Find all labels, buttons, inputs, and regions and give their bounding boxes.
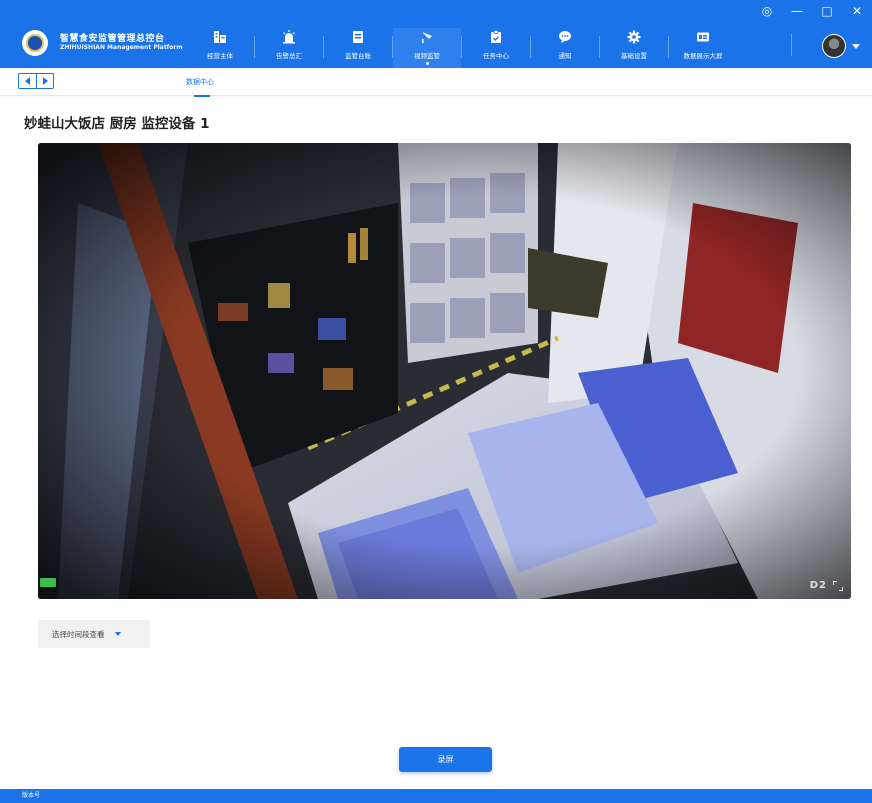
ledger-icon (351, 30, 365, 44)
screen-icon (696, 30, 710, 44)
window-controls: ◎ — □ ✕ (760, 4, 864, 18)
chevron-down-icon[interactable] (852, 43, 860, 49)
avatar[interactable] (822, 34, 846, 58)
page-title: 妙蛙山大饭店 厨房 监控设备 1 (24, 116, 210, 132)
nav-item-alarm-summary[interactable]: 告警总汇 (255, 28, 323, 68)
record-screen-button[interactable]: 录屏 (399, 747, 492, 772)
user-menu[interactable] (822, 34, 860, 58)
brand-logo-icon (22, 30, 48, 56)
sub-nav-bar: 数据中心 (0, 68, 872, 97)
arrow-right-icon (42, 77, 48, 85)
brand: 智慧食安监管管理总控台 ZHIHUISHIAN Management Platf… (22, 30, 183, 56)
video-camera-icon (420, 30, 434, 44)
nav-item-data-screen[interactable]: 数据展示大屏 (669, 28, 737, 68)
time-range-select[interactable]: 选择时间段查看 (38, 620, 150, 648)
forward-button[interactable] (36, 74, 53, 88)
close-icon[interactable]: ✕ (850, 4, 864, 18)
nav-label: 经营主体 (207, 52, 233, 60)
camera-feed-image (38, 143, 851, 599)
user-divider (791, 34, 792, 56)
clipboard-icon (489, 30, 503, 44)
top-header: ◎ — □ ✕ 智慧食安监管管理总控台 ZHIHUISHIAN Manageme… (0, 0, 872, 68)
footer-version: 版本号 (0, 789, 872, 803)
gear-icon (627, 30, 641, 44)
live-indicator (40, 578, 56, 587)
nav-label: 监管台账 (345, 52, 371, 60)
video-overlay-text: D2 (809, 580, 827, 591)
nav-item-basic-settings[interactable]: 基础设置 (600, 28, 668, 68)
building-icon (213, 30, 227, 44)
alarm-icon (282, 30, 296, 44)
back-button[interactable] (19, 74, 36, 88)
nav-label: 基础设置 (621, 52, 647, 60)
nav-label: 告警总汇 (276, 52, 302, 60)
nav-label: 数据展示大屏 (683, 52, 723, 60)
video-controls: D2 (810, 580, 843, 591)
time-range-label: 选择时间段查看 (52, 629, 105, 639)
nav-item-ledger[interactable]: 监管台账 (324, 28, 392, 68)
settings-icon[interactable]: ◎ (760, 4, 774, 18)
video-player[interactable]: D2 (38, 143, 851, 599)
chat-bubble-icon (558, 30, 572, 44)
nav-item-notifications[interactable]: 通知 (531, 28, 599, 68)
nav-item-task-center[interactable]: 任务中心 (462, 28, 530, 68)
maximize-icon[interactable]: □ (820, 4, 834, 18)
main-nav: 经营主体 告警总汇 监管台账 视频监管 任务中心 通知 基础设置 数据展示大屏 (186, 28, 737, 68)
nav-item-business-entity[interactable]: 经营主体 (186, 28, 254, 68)
arrow-left-icon (25, 77, 30, 85)
nav-label: 通知 (558, 52, 572, 60)
tab-data-center[interactable]: 数据中心 (186, 77, 214, 87)
chevron-down-icon (114, 632, 121, 636)
nav-label: 视频监管 (414, 52, 440, 60)
history-nav (18, 73, 54, 89)
nav-item-video-monitor[interactable]: 视频监管 (393, 28, 461, 68)
brand-subtitle: ZHIHUISHIAN Management Platform (60, 43, 183, 51)
tab-active-indicator (194, 95, 210, 97)
nav-label: 任务中心 (483, 52, 509, 60)
minimize-icon[interactable]: — (790, 4, 804, 18)
fullscreen-icon[interactable] (833, 580, 843, 591)
